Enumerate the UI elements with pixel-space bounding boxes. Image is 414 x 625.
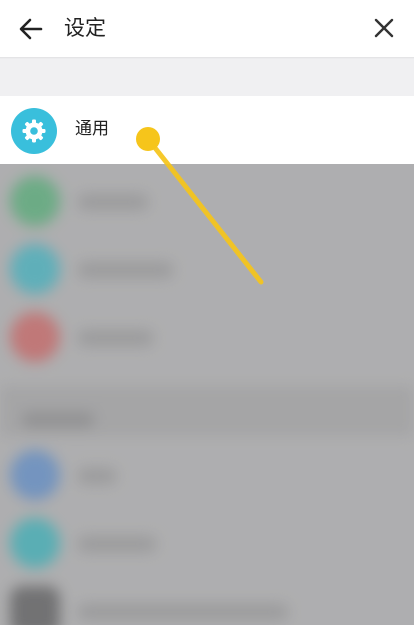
dim-shade	[0, 164, 414, 625]
close-icon[interactable]	[372, 16, 396, 40]
settings-item-label: 通用	[75, 119, 109, 139]
gear-icon	[22, 119, 46, 143]
settings-item-general[interactable]: 通用	[0, 96, 414, 164]
page-title: 设定	[64, 16, 106, 40]
section-gap	[0, 59, 414, 96]
dimmed-overlay	[0, 164, 414, 625]
app-header: 设定	[0, 0, 414, 58]
general-icon-badge	[11, 108, 57, 154]
arrow-left-icon[interactable]	[18, 16, 44, 42]
